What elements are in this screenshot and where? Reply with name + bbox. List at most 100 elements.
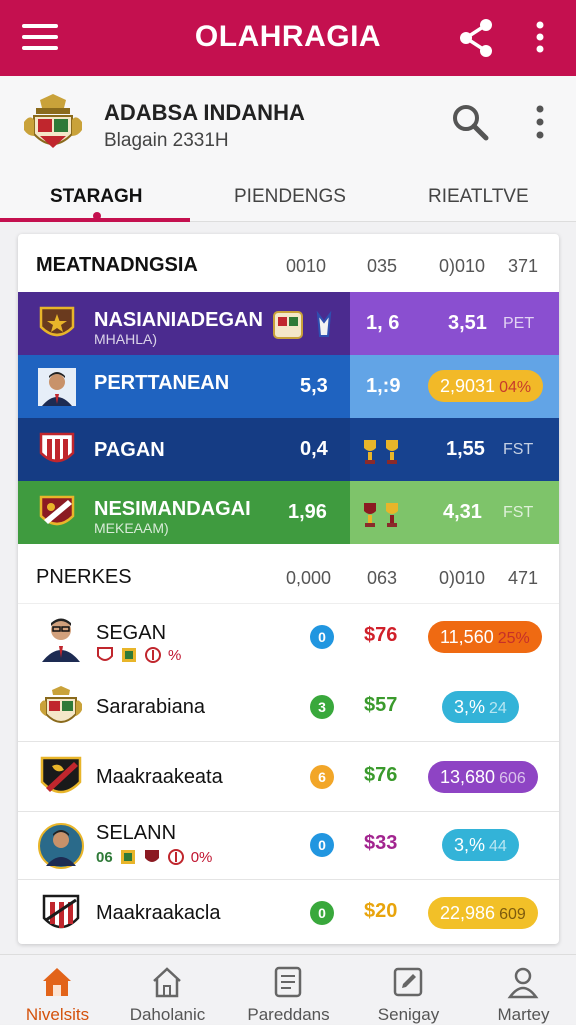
more-vert-icon[interactable] xyxy=(530,104,550,140)
coin-icon xyxy=(167,849,184,865)
rank-circle: 3 xyxy=(310,695,334,719)
search-icon[interactable] xyxy=(450,102,490,142)
profile-header: ADABSA INDANHA Blagain 2331H xyxy=(0,76,576,172)
column-header: 0010 xyxy=(286,256,327,276)
share-icon[interactable] xyxy=(458,18,494,58)
nav-label: Daholanic xyxy=(129,1005,206,1024)
player-extra: % xyxy=(168,646,182,664)
nav-item-senigay[interactable]: Senigay xyxy=(351,955,466,1025)
team-name: PERTTANEAN xyxy=(94,372,230,394)
nav-label: Nivelsits xyxy=(25,1005,90,1024)
crest-icon xyxy=(273,310,332,339)
crest-icon xyxy=(40,686,82,723)
team-row[interactable]: PAGAN 0,4 1,55 FST xyxy=(18,418,559,481)
player-row[interactable]: Sararabiana 3 $57 3,% 24 xyxy=(18,674,559,742)
shield-icon xyxy=(97,647,113,661)
player-extra: 06 xyxy=(96,848,113,866)
player-row[interactable]: Maakraakeata 6 $76 13,680 606 xyxy=(18,744,559,812)
player-row[interactable]: SELANN 06 0% 0 $33 3,% 44 xyxy=(18,812,559,880)
team-subtitle: MHAHLA) xyxy=(94,331,158,347)
more-vert-icon[interactable] xyxy=(530,20,550,54)
standings-card: MEATNADNGSIA 0010 035 0)010 371 NASIANIA… xyxy=(18,234,559,944)
team-name: PAGAN xyxy=(94,439,165,461)
column-header: 471 xyxy=(508,568,539,588)
player-extra: 0% xyxy=(190,848,213,866)
column-header: 035 xyxy=(367,256,398,276)
team-stat: PET xyxy=(503,315,535,332)
player-name: SEGAN xyxy=(96,622,167,644)
player-avatar-icon xyxy=(42,618,80,662)
coin-icon xyxy=(145,647,161,663)
team-stat: 1,96 xyxy=(288,501,327,523)
player-name: Sararabiana xyxy=(96,696,205,718)
team-stat: 1,55 xyxy=(446,438,485,460)
column-header: 371 xyxy=(508,256,539,276)
trophy-icon xyxy=(364,440,398,464)
player-name: Maakraakeata xyxy=(96,766,223,788)
home-icon xyxy=(43,968,71,996)
column-header: 0,000 xyxy=(286,568,332,588)
shield-icon xyxy=(144,850,159,862)
team-stat: 1, 6 xyxy=(366,312,400,334)
stat-pill: 13,680 606 xyxy=(428,761,538,793)
tab-piendengs[interactable]: PIENDENGS xyxy=(234,186,346,208)
crest-icon xyxy=(120,850,135,864)
team-stat: 4,31 xyxy=(443,501,482,523)
team-badge-icon xyxy=(39,495,75,526)
player-row[interactable]: Maakraakacla 0 $20 22,986 609 xyxy=(18,880,559,944)
tab-indicator xyxy=(0,218,190,222)
player-value: $57 xyxy=(364,694,398,716)
team-stat: FST xyxy=(503,441,534,458)
stat-pill: 22,986 609 xyxy=(428,897,538,929)
column-header: 0)010 xyxy=(439,568,486,588)
stat-pill: 11,560 25% xyxy=(428,621,542,653)
profile-name: ADABSA INDANHA xyxy=(104,100,305,125)
nav-label: Senigay xyxy=(377,1005,440,1024)
profile-subtitle: Blagain 2331H xyxy=(104,130,229,151)
team-badge-icon xyxy=(39,432,75,463)
rank-circle: 0 xyxy=(310,833,334,857)
person-icon xyxy=(507,967,539,999)
stat-pill: 3,% 44 xyxy=(442,829,519,861)
team-stat: 1,:9 xyxy=(366,375,401,397)
app-bar: OLAHRAGIA xyxy=(0,0,576,76)
nav-item-nivelsits[interactable]: Nivelsits xyxy=(0,955,115,1025)
list-icon xyxy=(274,966,302,998)
rank-circle: 0 xyxy=(310,625,334,649)
rank-circle: 0 xyxy=(310,901,334,925)
player-badges: % xyxy=(96,646,181,664)
player-value: $76 xyxy=(364,624,398,646)
section-title: MEATNADNGSIA xyxy=(36,254,198,276)
teams-section-header: MEATNADNGSIA 0010 035 0)010 371 xyxy=(18,234,559,292)
nav-label: Pareddans xyxy=(247,1005,330,1024)
player-avatar-icon xyxy=(38,823,84,869)
team-badge-icon xyxy=(39,306,75,337)
team-badge-icon xyxy=(42,894,80,929)
stat-pill: 3,% 24 xyxy=(442,691,519,723)
column-header: 0)010 xyxy=(439,256,486,276)
bottom-nav: Nivelsits Daholanic Pareddans Senigay Ma… xyxy=(0,954,576,1024)
team-row[interactable]: NASIANIADEGAN MHAHLA) 1, 6 3,51 PET xyxy=(18,292,559,355)
players-section-header: PNERKES 0,000 063 0)010 471 xyxy=(18,546,559,604)
player-badges: 06 0% xyxy=(96,848,212,866)
rank-circle: 6 xyxy=(310,765,334,789)
team-row[interactable]: PERTTANEAN 5,3 1,:9 2,9031 04% xyxy=(18,355,559,418)
nav-item-daholanic[interactable]: Daholanic xyxy=(110,955,225,1025)
nav-label: Martey xyxy=(497,1005,550,1024)
tab-rieatltve[interactable]: RIEATLTVE xyxy=(428,186,529,208)
team-name: NASIANIADEGAN xyxy=(94,309,263,331)
column-header: 063 xyxy=(367,568,398,588)
nav-item-pareddans[interactable]: Pareddans xyxy=(231,955,346,1025)
team-subtitle: MEKEAAM) xyxy=(94,520,169,536)
player-avatar-icon xyxy=(38,368,76,406)
crest-icon xyxy=(24,94,82,148)
crest-icon xyxy=(122,648,136,662)
player-row[interactable]: SEGAN % 0 $76 11,560 25% xyxy=(18,604,559,672)
tab-staragh[interactable]: STARAGH xyxy=(50,186,143,208)
player-name: SELANN xyxy=(96,822,177,844)
team-stat: 5,3 xyxy=(300,375,328,397)
team-row[interactable]: NESIMANDAGAI MEKEAAM) 1,96 4,31 FST xyxy=(18,481,559,544)
tab-bar: STARAGH PIENDENGS RIEATLTVE xyxy=(0,172,576,222)
team-name: NESIMANDAGAI xyxy=(94,498,251,520)
nav-item-martey[interactable]: Martey xyxy=(466,955,576,1025)
